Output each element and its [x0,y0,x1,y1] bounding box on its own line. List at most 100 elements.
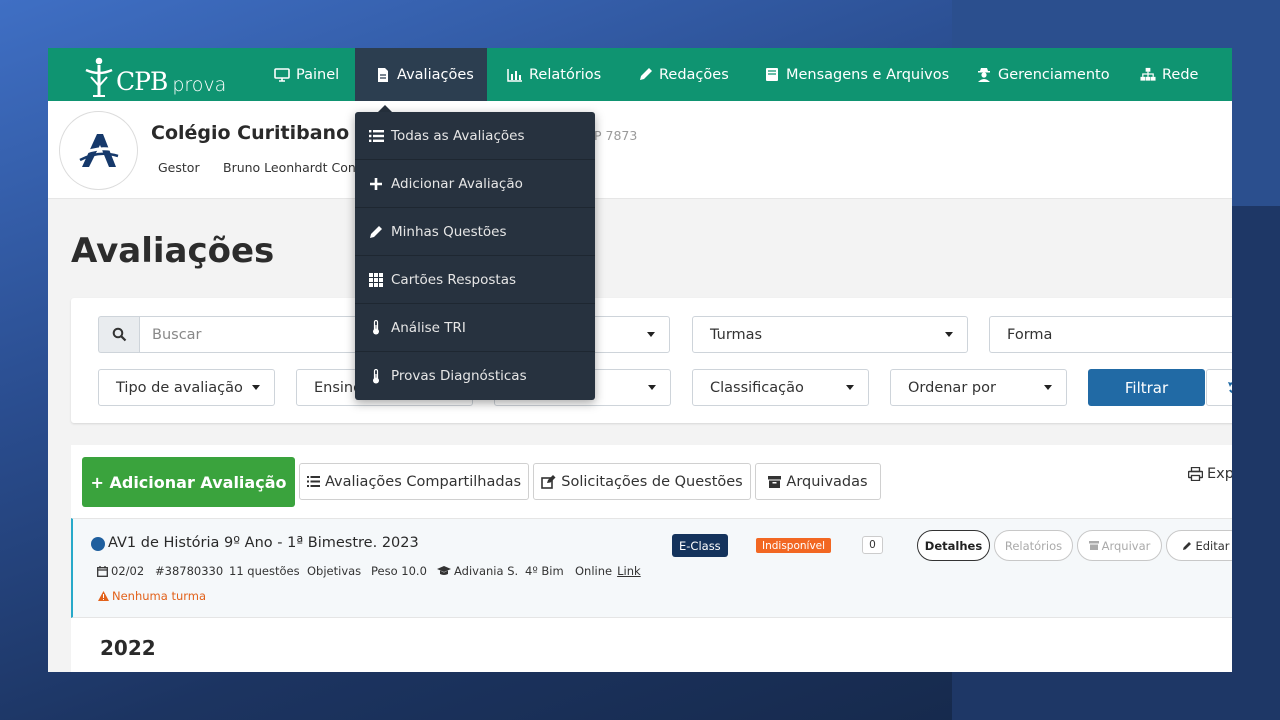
nav-redacoes-label: Redações [659,66,729,83]
shared-evaluations-label: Avaliações Compartilhadas [324,473,522,490]
sitemap-icon [1140,67,1156,83]
grid-icon [368,272,384,288]
archive-icon [1088,541,1099,550]
archive-button[interactable]: Arquivar [1077,530,1162,561]
nav-avaliacoes-label: Avaliações [397,66,474,83]
logo-cpb-text: CPB [116,67,168,96]
bar-chart-icon [507,67,523,83]
nav-relatorios[interactable]: Relatórios [507,48,601,101]
evaluation-link[interactable]: Link [617,564,641,578]
file-icon [375,67,391,83]
select-turmas-label: Turmas [710,326,763,343]
details-button[interactable]: Detalhes [917,530,990,561]
school-logo-icon [78,133,118,167]
evaluation-mode-label: Online [575,564,613,578]
nav-avaliacoes[interactable]: Avaliações [355,48,487,101]
list-icon [368,128,384,144]
evaluation-id: #38780330 [155,564,224,578]
logo-figure-icon [85,57,113,97]
chevron-down-icon [1044,385,1052,390]
chevron-down-icon [945,332,953,337]
menu-item-minhas-questoes[interactable]: Minhas Questões [355,208,595,256]
menu-item-label: Todas as Avaliações [391,127,525,144]
pencil-icon [637,67,653,83]
select-turmas[interactable]: Turmas [692,316,968,353]
avaliacoes-dropdown-menu: Todas as Avaliações Adicionar Avaliação … [355,112,595,400]
cpb-prova-logo[interactable]: CPB prova [84,52,226,98]
count-badge: 0 [862,536,883,554]
search-input[interactable] [139,316,378,353]
menu-item-provas-diagnosticas[interactable]: Provas Diagnósticas [355,352,595,400]
menu-item-label: Cartões Respostas [391,271,517,288]
top-navbar: CPB prova Painel Avaliações Relatórios R… [48,48,1232,101]
select-forma[interactable]: Forma [989,316,1232,353]
filter-button[interactable]: Filtrar [1088,369,1205,406]
select-classificacao-label: Classificação [710,379,804,396]
nav-mensagens[interactable]: Mensagens e Arquivos [764,48,949,101]
nav-gerenciamento-label: Gerenciamento [998,66,1110,83]
school-name: Colégio Curitibano Ad [151,122,385,144]
chevron-down-icon [252,385,260,390]
status-badge: Indisponível [756,538,832,553]
select-classificacao[interactable]: Classificação [692,369,869,406]
evaluation-teacher-name: Adivania S. [454,564,519,578]
add-evaluation-button[interactable]: + Adicionar Avaliação [82,457,295,507]
menu-item-cartoes-respostas[interactable]: Cartões Respostas [355,256,595,304]
evaluation-title[interactable]: AV1 de História 9º Ano - 1ª Bimestre. 20… [108,535,419,551]
archive-button-label: Arquivar [1101,538,1151,553]
thermometer-icon [368,320,384,336]
select-ordenar-por[interactable]: Ordenar por [890,369,1067,406]
no-class-warning: Nenhuma turma [98,589,206,603]
shared-evaluations-button[interactable]: Avaliações Compartilhadas [299,463,529,500]
user-secret-icon [976,67,992,83]
export-button[interactable]: Exp [1188,466,1232,482]
menu-item-analise-tri[interactable]: Análise TRI [355,304,595,352]
logo-prova-text: prova [172,74,227,96]
evaluation-weight: Peso 10.0 [371,564,427,578]
no-class-warning-text: Nenhuma turma [112,589,207,603]
question-requests-button[interactable]: Solicitações de Questões [533,463,751,500]
calendar-icon [97,565,108,577]
export-label: Exp [1207,466,1232,482]
evaluation-date: 02/02 [97,564,144,578]
nav-redacoes[interactable]: Redações [637,48,729,101]
nav-gerenciamento[interactable]: Gerenciamento [976,48,1110,101]
evaluation-teacher: Adivania S. [437,564,518,578]
list-icon [306,476,320,487]
evaluation-mode: Online Link [575,564,641,578]
search-group [98,316,378,353]
search-icon[interactable] [98,316,139,353]
graduation-cap-icon [437,566,451,575]
nav-rede-label: Rede [1162,66,1199,83]
pencil-icon [1183,541,1192,550]
reset-filter-button[interactable] [1206,369,1232,406]
reports-button[interactable]: Relatórios [994,530,1073,561]
school-logo-avatar[interactable] [59,111,138,190]
select-tipo-avaliacao[interactable]: Tipo de avaliação [98,369,275,406]
year-heading: 2022 [100,636,156,660]
book-icon [764,67,780,83]
archived-button[interactable]: Arquivadas [755,463,881,500]
app-window: CPB prova Painel Avaliações Relatórios R… [48,48,1232,672]
evaluation-bimester: 4º Bim [525,564,564,578]
question-requests-label: Solicitações de Questões [561,473,743,490]
edit-button[interactable]: Editar [1166,530,1232,561]
menu-item-label: Adicionar Avaliação [391,175,523,192]
nav-rede[interactable]: Rede [1140,48,1198,101]
plus-icon [368,176,384,192]
evaluation-questions: 11 questões [229,564,300,578]
status-dot [91,537,105,551]
chevron-down-icon [647,332,655,337]
menu-item-todas-avaliacoes[interactable]: Todas as Avaliações [355,112,595,160]
chevron-down-icon [648,385,656,390]
archive-icon [768,475,782,488]
edit-icon [541,474,556,489]
nav-relatorios-label: Relatórios [529,66,602,83]
nav-painel[interactable]: Painel [274,48,339,101]
pencil-icon [368,224,384,240]
select-ordenar-label: Ordenar por [908,379,996,396]
edit-button-label: Editar [1195,538,1230,553]
school-code: P 7873 [594,128,638,143]
print-icon [1188,467,1203,481]
menu-item-adicionar-avaliacao[interactable]: Adicionar Avaliação [355,160,595,208]
